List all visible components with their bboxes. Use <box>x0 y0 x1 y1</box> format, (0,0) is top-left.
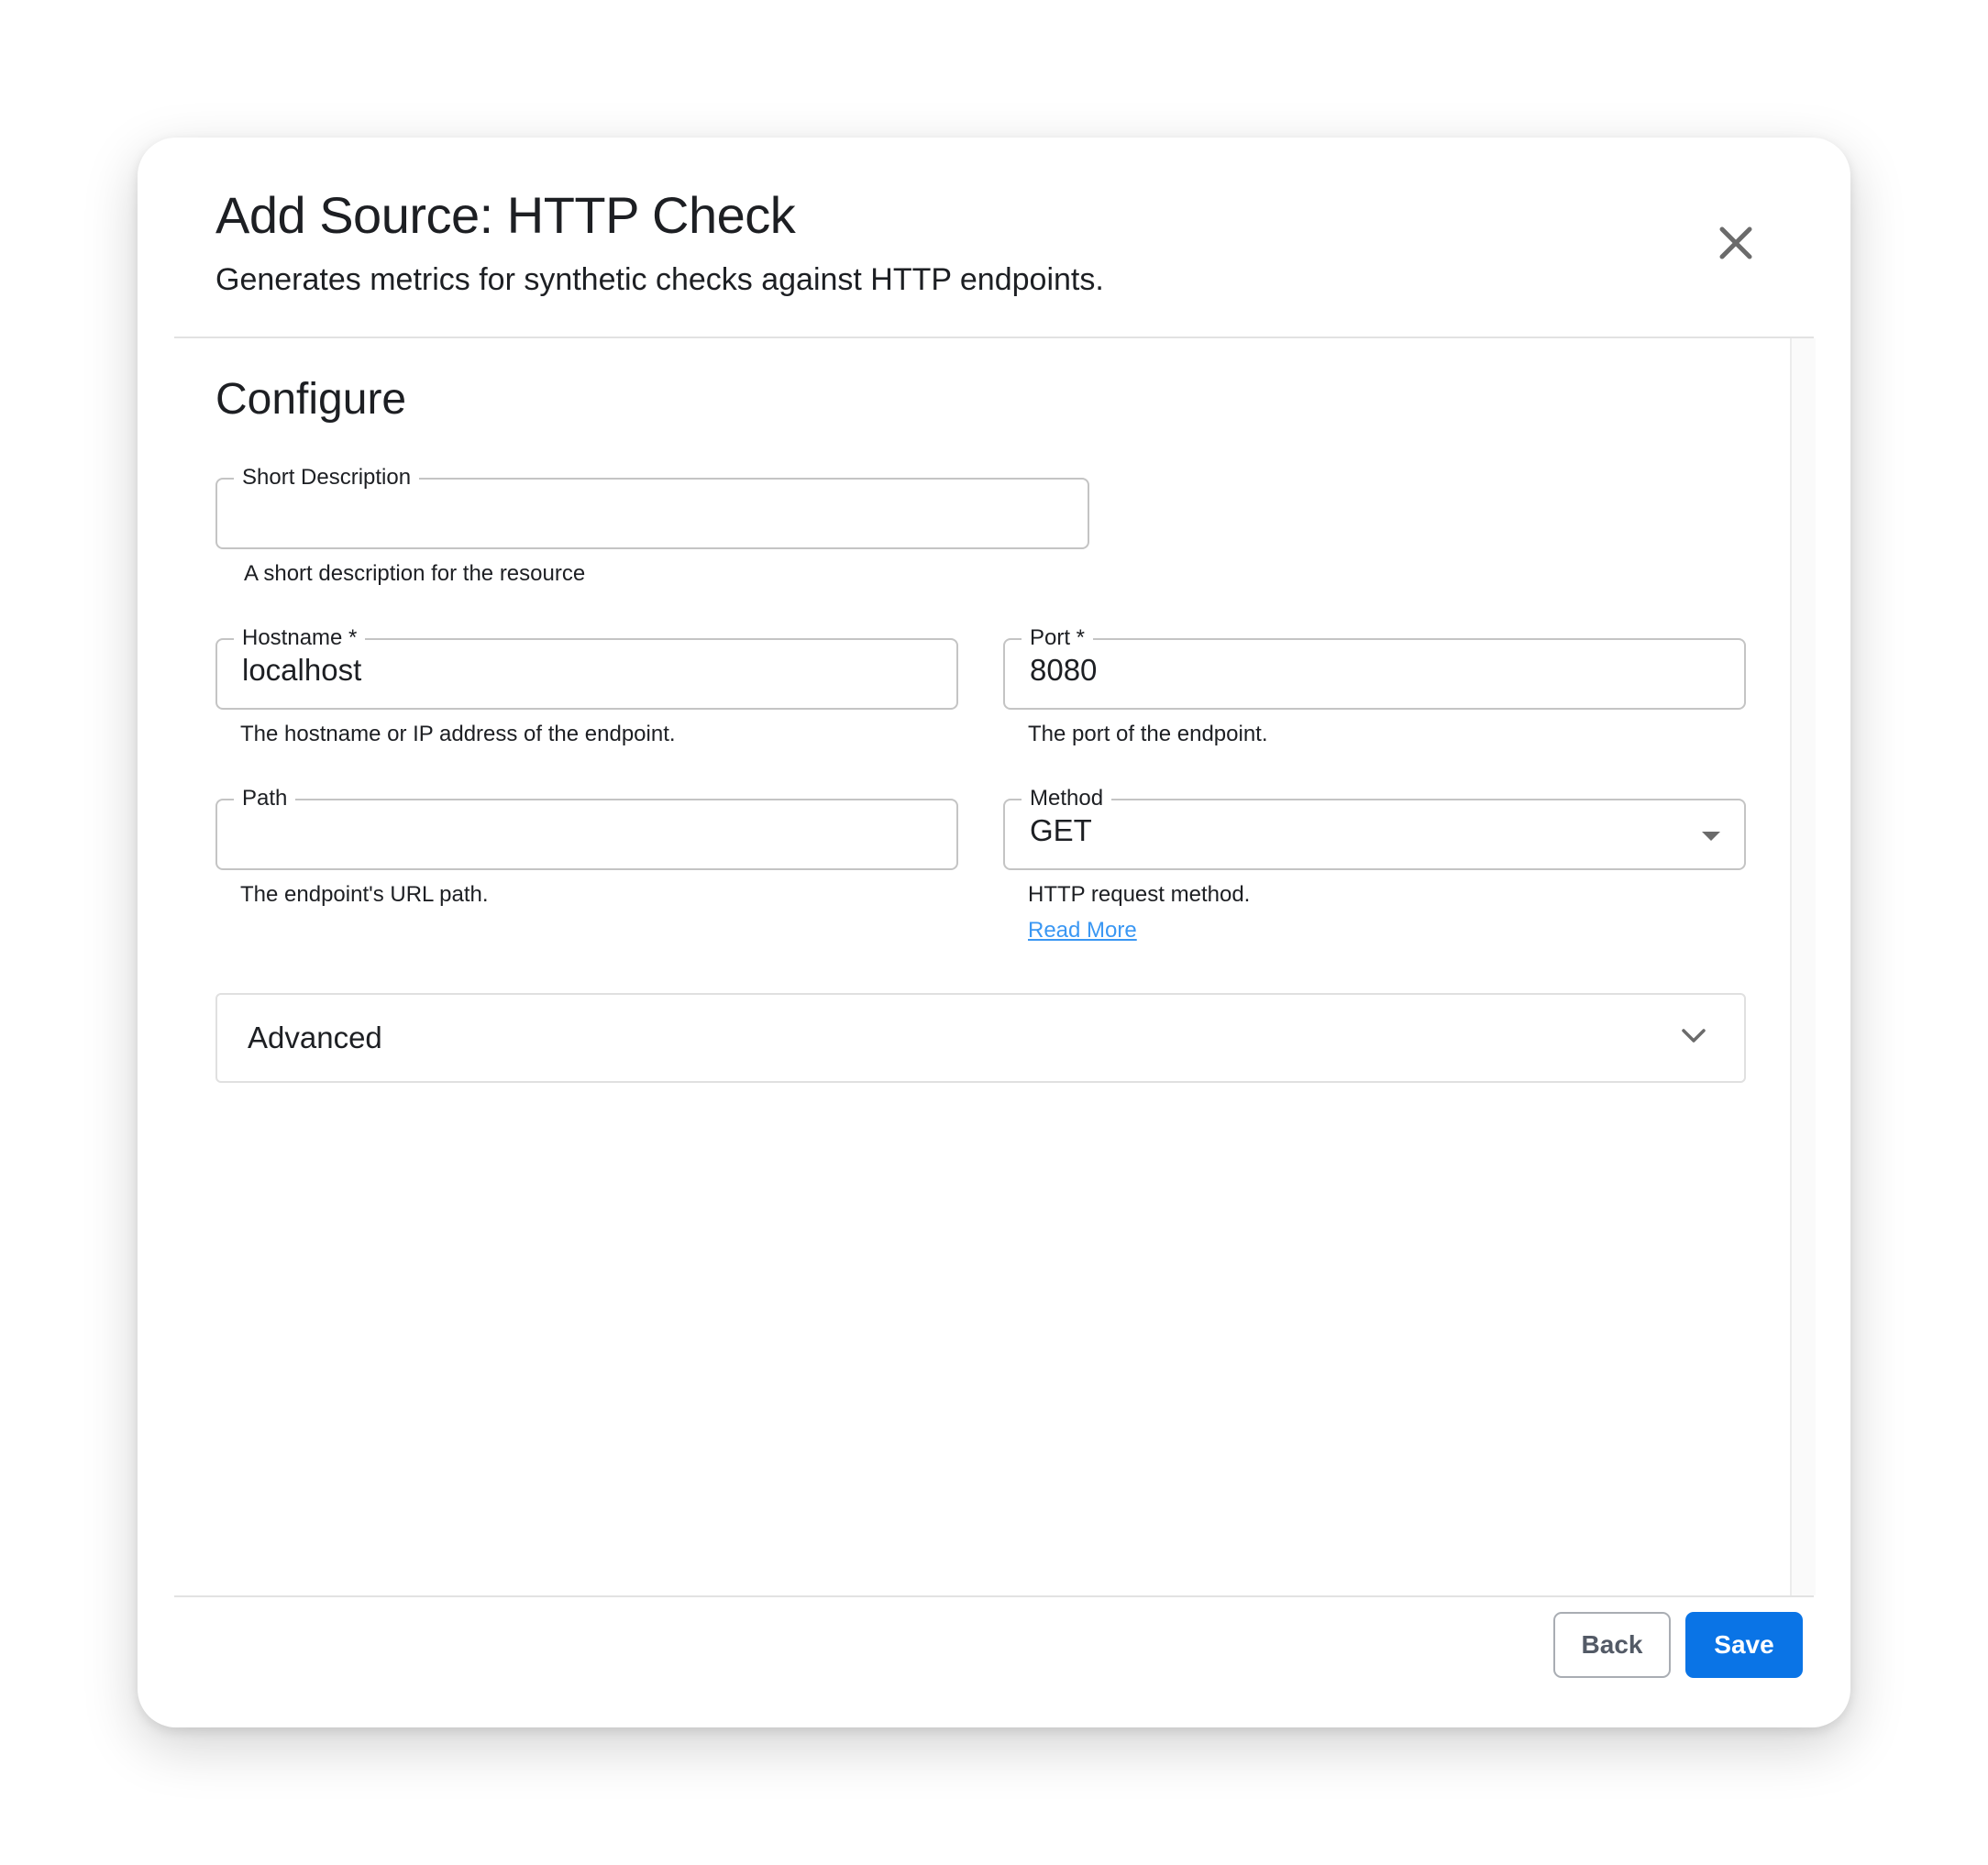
footer-divider <box>174 1595 1814 1597</box>
hostname-field[interactable]: Hostname * <box>215 624 958 710</box>
path-helper: The endpoint's URL path. <box>240 882 489 907</box>
path-label: Path <box>234 785 296 812</box>
short-description-input[interactable] <box>242 492 982 527</box>
advanced-accordion[interactable]: Advanced <box>215 993 1746 1083</box>
port-field[interactable]: Port * <box>1003 624 1746 710</box>
advanced-label: Advanced <box>248 1021 382 1054</box>
hostname-helper: The hostname or IP address of the endpoi… <box>240 722 676 746</box>
method-helper: HTTP request method. <box>1028 882 1251 907</box>
port-helper: The port of the endpoint. <box>1028 722 1268 746</box>
scrollbar[interactable] <box>1790 338 1816 1595</box>
short-description-helper: A short description for the resource <box>244 561 586 586</box>
close-icon <box>1719 226 1752 259</box>
method-value: GET <box>1030 813 1092 847</box>
method-select[interactable]: Method GET <box>1003 785 1746 870</box>
dialog-subtitle: Generates metrics for synthetic checks a… <box>215 262 1104 297</box>
section-title: Configure <box>215 375 407 424</box>
short-description-label: Short Description <box>234 464 420 491</box>
add-source-dialog: Add Source: HTTP Check Generates metrics… <box>138 138 1850 1727</box>
dropdown-arrow-icon <box>1702 832 1720 841</box>
chevron-down-icon <box>1682 1029 1706 1043</box>
save-button[interactable]: Save <box>1685 1612 1803 1678</box>
port-label: Port * <box>1022 624 1094 652</box>
path-input[interactable] <box>242 813 871 848</box>
dialog-title: Add Source: HTTP Check <box>215 186 796 244</box>
method-label: Method <box>1022 785 1112 812</box>
close-button[interactable] <box>1717 224 1755 262</box>
read-more-link[interactable]: Read More <box>1028 918 1137 944</box>
path-field[interactable]: Path <box>215 785 958 870</box>
hostname-label: Hostname * <box>234 624 366 652</box>
short-description-field[interactable]: Short Description <box>215 464 1089 549</box>
back-button[interactable]: Back <box>1553 1612 1671 1678</box>
hostname-input[interactable] <box>242 653 871 688</box>
port-input[interactable] <box>1030 653 1659 688</box>
header-divider <box>174 337 1814 338</box>
